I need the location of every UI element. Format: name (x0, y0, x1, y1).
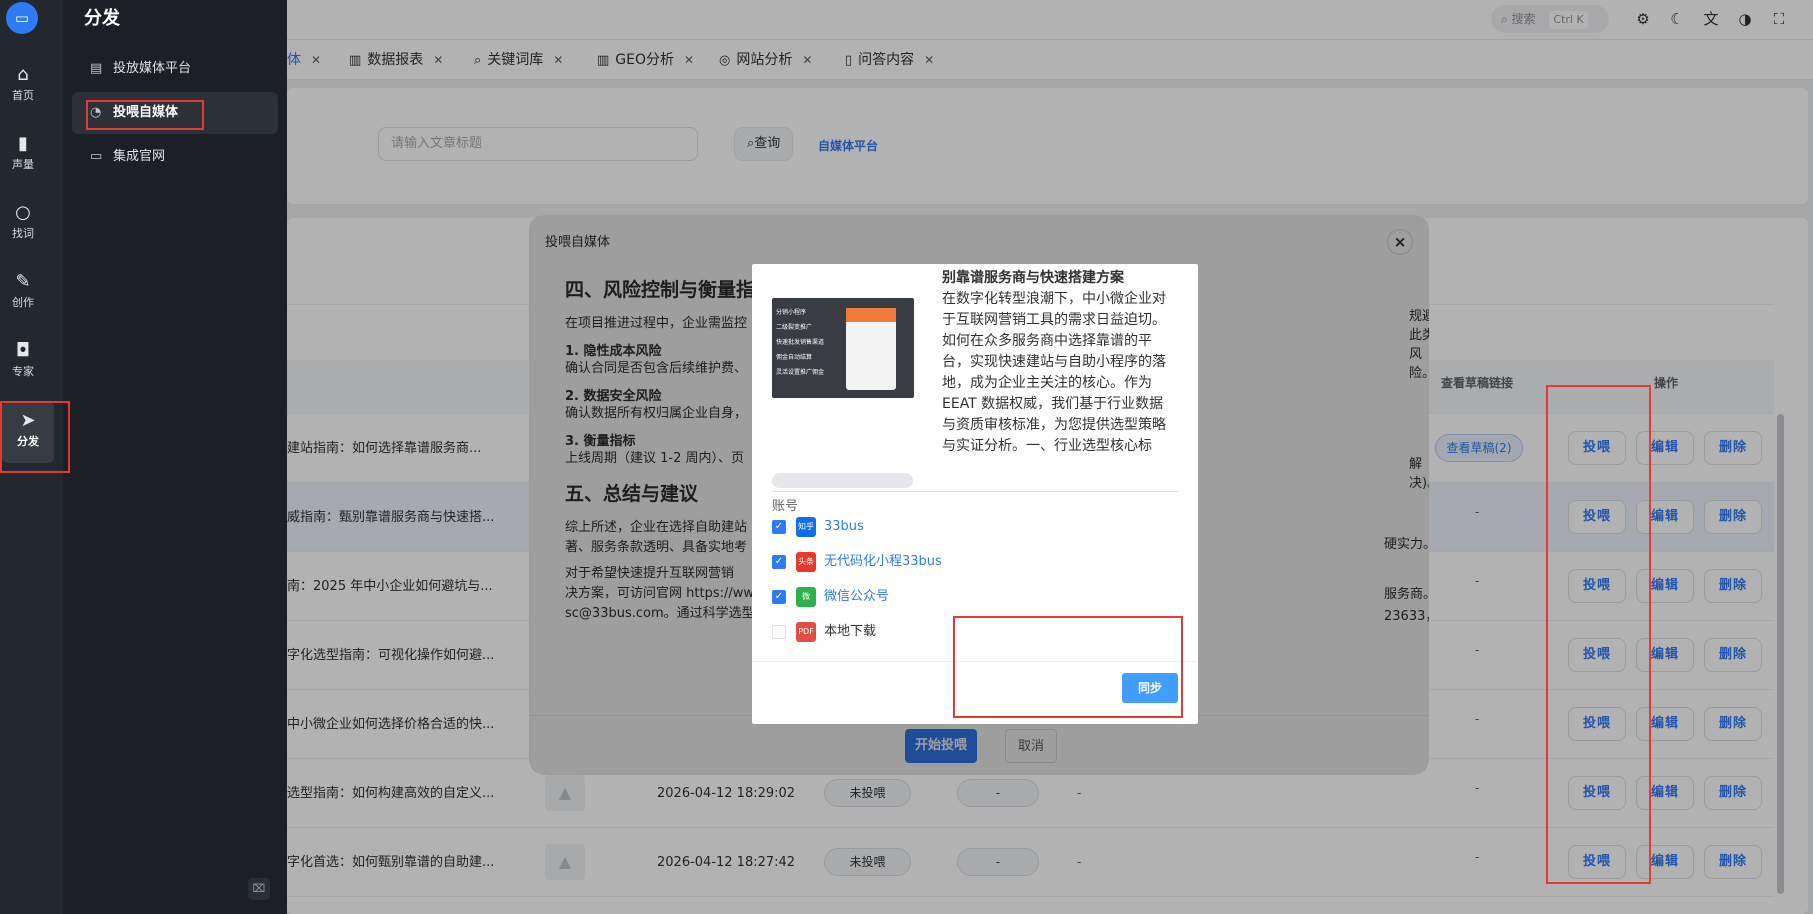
wechat-logo: 微 (796, 587, 816, 607)
checkbox[interactable]: ✓ (772, 555, 786, 569)
horizontal-scrollbar[interactable] (772, 473, 913, 488)
image-caption: 灵活设置推广佣金 (776, 369, 825, 376)
toutiao-logo: 头条 (796, 552, 816, 572)
rail-item-0[interactable]: ⌂ 首页 (0, 55, 46, 117)
sidebar-title: 分发 (84, 8, 120, 29)
account-option[interactable]: ✓ 知乎 33bus (772, 515, 864, 539)
rail-label: 专家 (12, 365, 34, 378)
rail-label: 找词 (12, 227, 34, 240)
article-summary: 别靠谱服务商与快速搭建方案 在数字化转型浪潮下，中小微企业对于互联网营销工具的需… (942, 268, 1172, 457)
edit-icon: ✎ (15, 271, 31, 292)
image-caption: 分销小程序 (776, 309, 807, 316)
rail-label: 创作 (12, 296, 34, 309)
article-excerpt: 在数字化转型浪潮下，中小微企业对于互联网营销工具的需求日益迫切。如何在众多服务商… (942, 291, 1166, 454)
account-name: 无代码化小程33bus (824, 554, 942, 569)
monitor-icon[interactable]: ▭ (6, 2, 38, 34)
robot-icon: ◘ (15, 340, 31, 361)
browser-icon: ▭ (90, 149, 103, 164)
rail-item-3[interactable]: ✎ 创作 (0, 262, 46, 324)
search-icon: ○ (15, 202, 31, 223)
sidebar-item-2[interactable]: ▭ 集成官网 (72, 136, 278, 178)
article-cover-image: 分销小程序二级裂变推广快速批发销售渠道 佣金自动结算灵活设置推广佣金 (772, 298, 914, 398)
sub-sidebar: 分发 ▤ 投放媒体平台 ◔ 投喂自媒体 ▭ 集成官网 ⌧ (63, 0, 287, 914)
zhihu-logo: 知乎 (796, 517, 816, 537)
image-caption: 二级裂变推广 (776, 324, 813, 331)
collapse-icon[interactable]: ⌧ (248, 878, 270, 900)
checkbox[interactable] (772, 625, 786, 639)
account-option[interactable]: ✓ 头条 无代码化小程33bus (772, 550, 942, 574)
rail-item-4[interactable]: ◘ 专家 (0, 331, 46, 393)
rail-label: 声量 (12, 158, 34, 171)
rail-item-2[interactable]: ○ 找词 (0, 193, 46, 255)
article-heading: 别靠谱服务商与快速搭建方案 (942, 270, 1124, 286)
accounts-label: 账号 (772, 499, 799, 514)
sidebar-item-label: 投放媒体平台 (113, 61, 192, 76)
checkbox[interactable]: ✓ (772, 520, 786, 534)
rail-label: 首页 (12, 89, 34, 102)
account-name: 本地下载 (824, 624, 877, 639)
image-caption: 快速批发销售渠道 (776, 339, 825, 346)
annotation-box (953, 616, 1183, 718)
annotation-box (86, 100, 204, 130)
phone-header (846, 308, 896, 322)
sidebar-item-0[interactable]: ▤ 投放媒体平台 (72, 48, 278, 90)
annotation-box (0, 401, 70, 473)
pdf-icon: PDF (796, 622, 816, 642)
document-icon: ▤ (90, 61, 103, 76)
checkbox[interactable]: ✓ (772, 590, 786, 604)
rail-item-1[interactable]: ▮ 声量 (0, 124, 46, 186)
sidebar-item-label: 集成官网 (113, 149, 166, 164)
divider (772, 491, 1178, 492)
image-caption: 佣金自动结算 (776, 354, 813, 361)
account-option[interactable]: PDF 本地下载 (772, 620, 876, 644)
bar-chart-icon: ▮ (18, 133, 28, 154)
home-icon: ⌂ (17, 64, 29, 85)
annotation-box (1546, 385, 1651, 884)
account-name: 33bus (824, 519, 864, 534)
account-name: 微信公众号 (824, 589, 890, 604)
account-option[interactable]: ✓ 微微信公众号 (772, 585, 889, 609)
